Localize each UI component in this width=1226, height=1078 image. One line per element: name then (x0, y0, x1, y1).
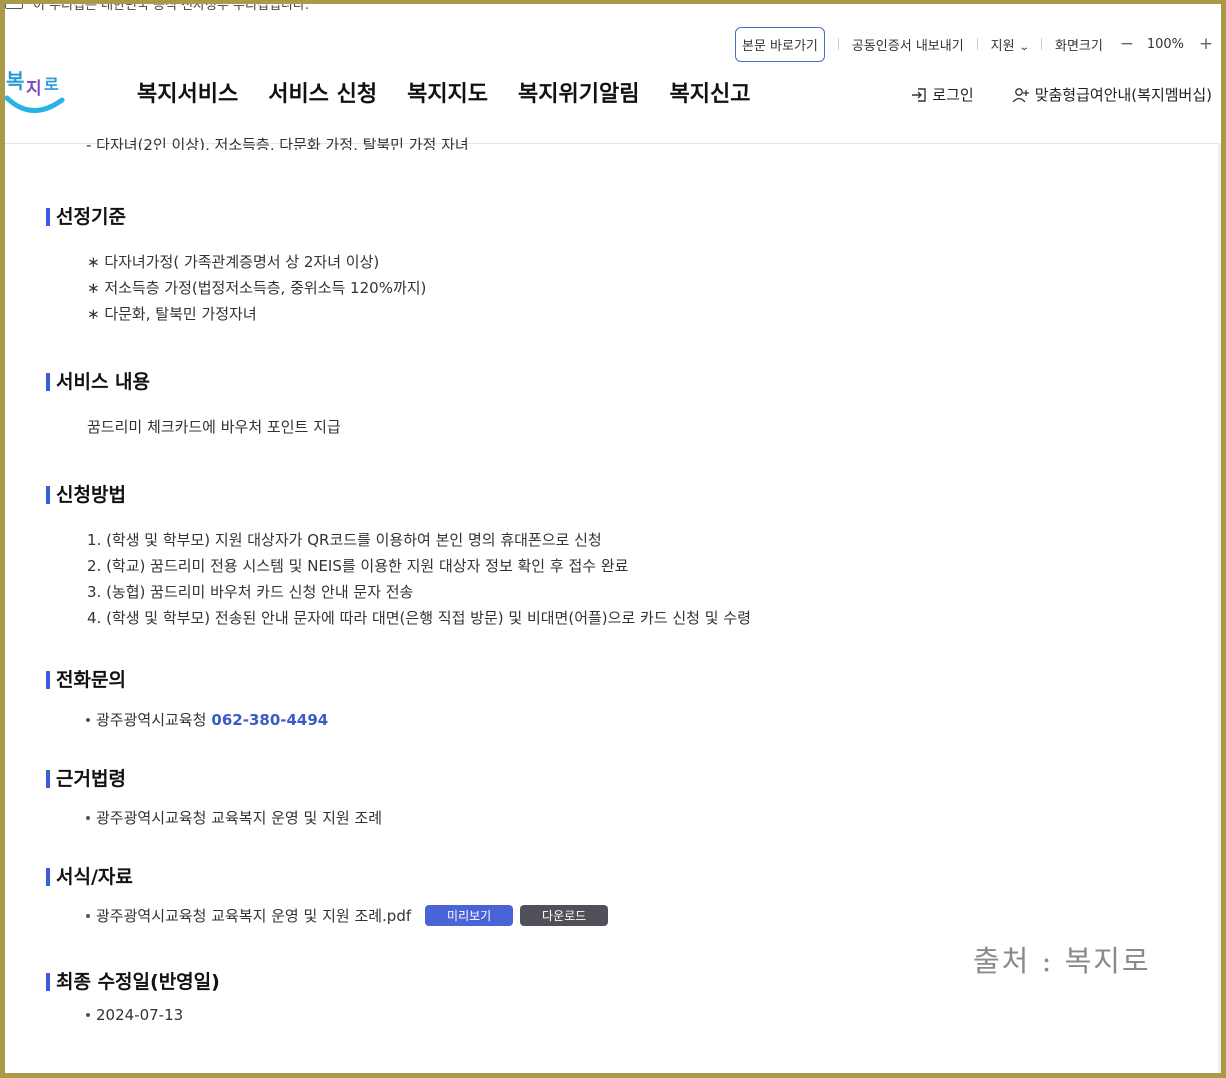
method-step-3: 3. (농협) 꿈드리미 바우처 카드 신청 안내 문자 전송 (87, 583, 414, 601)
form-file-name: 광주광역시교육청 교육복지 운영 및 지원 조례.pdf (96, 907, 412, 925)
utility-bar: 본문 바로가기 공동인증서 내보내기 지원 ⌄ 화면크기 − 100% + (734, 26, 1216, 62)
law-text: 광주광역시교육청 교육복지 운영 및 지원 조례 (96, 809, 383, 827)
login-icon (912, 87, 926, 102)
nav-welfare-service[interactable]: 복지서비스 (137, 76, 238, 108)
screen-size-label: 화면크기 (1054, 38, 1103, 54)
section-title-method: 신청방법 (46, 484, 126, 506)
nav-service-apply[interactable]: 서비스 신청 (268, 76, 377, 108)
logo-char-1: 복 (6, 69, 24, 93)
bullet-dot (86, 815, 90, 820)
service-text: 꿈드리미 체크카드에 바우처 포인트 지급 (87, 418, 341, 436)
zoom-level: 100% (1146, 36, 1184, 52)
section-title-phone: 전화문의 (46, 669, 126, 691)
section-title-service: 서비스 내용 (46, 371, 150, 393)
nav-welfare-report[interactable]: 복지신고 (670, 76, 751, 108)
bullet-dot (86, 1013, 90, 1017)
gov-notice-text: 이 누리집은 대한민국 공식 전자정부 누리집입니다. (33, 0, 309, 13)
method-step-1: 1. (학생 및 학부모) 지원 대상자가 QR코드를 이용하여 본인 명의 휴… (87, 531, 602, 549)
site-logo[interactable]: 복 지 로 (4, 62, 66, 118)
gov-notice: 이 누리집은 대한민국 공식 전자정부 누리집입니다. (5, 0, 309, 13)
nav-crisis-alert[interactable]: 복지위기알림 (518, 76, 639, 108)
zoom-out-button[interactable]: − (1117, 34, 1137, 54)
method-step-4: 4. (학생 및 학부모) 전송된 안내 문자에 따라 대면(은행 직접 방문)… (87, 609, 751, 627)
criteria-line-2: ∗ 저소득층 가정(법정저소득층, 중위소득 120%까지) (87, 279, 427, 297)
support-menu[interactable]: 지원 ⌄ (990, 35, 1030, 54)
logo-char-2: 지 (26, 79, 42, 99)
membership-link[interactable]: 맞춤형급여안내(복지멤버십) (1012, 84, 1212, 105)
phone-number-link[interactable]: 062-380-4494 (211, 711, 328, 729)
section-title-criteria: 선정기준 (46, 206, 126, 228)
flag-icon (5, 0, 23, 9)
law-item: 광주광역시교육청 교육복지 운영 및 지원 조례 (86, 807, 382, 828)
divider (837, 38, 839, 50)
source-watermark: 출처 : 복지로 (973, 944, 1151, 978)
login-button[interactable]: 로그인 (911, 84, 974, 105)
updated-date: 2024-07-13 (96, 1006, 184, 1024)
download-button[interactable]: 다운로드 (520, 905, 609, 926)
target-line-clipped: - 다자녀(2인 이상), 저소득층, 다문화 가정, 탈북민 가정 자녀 (86, 136, 469, 150)
criteria-line-1: ∗ 다자녀가정( 가족관계증명서 상 2자녀 이상) (87, 253, 380, 271)
section-title-updated: 최종 수정일(반영일) (46, 971, 220, 993)
zoom-in-button[interactable]: + (1196, 34, 1216, 54)
logo-swoosh (4, 95, 65, 113)
cert-export-link[interactable]: 공동인증서 내보내기 (852, 35, 964, 54)
method-step-2: 2. (학교) 꿈드리미 전용 시스템 및 NEIS를 이용한 지원 대상자 정… (87, 557, 629, 575)
skip-to-content-button[interactable]: 본문 바로가기 (734, 26, 825, 62)
header-actions: 로그인 맞춤형급여안내(복지멤버십) (911, 84, 1212, 105)
section-title-forms: 서식/자료 (46, 866, 133, 888)
divider (976, 38, 978, 50)
phone-item: 광주광역시교육청 062-380-4494 (86, 709, 328, 730)
chevron-down-icon: ⌄ (1018, 41, 1030, 53)
bullet-dot (86, 717, 90, 722)
phone-org: 광주광역시교육청 (96, 711, 207, 729)
form-file-item: 광주광역시교육청 교육복지 운영 및 지원 조례.pdf 미리보기 다운로드 (86, 905, 609, 926)
support-label: 지원 (990, 38, 1015, 54)
scrollbar[interactable] (1218, 143, 1221, 1073)
target-line-text: - 다자녀(2인 이상), 저소득층, 다문화 가정, 탈북민 가정 자녀 (86, 136, 469, 150)
section-title-law: 근거법령 (46, 768, 126, 790)
main-navigation: 복지서비스 서비스 신청 복지지도 복지위기알림 복지신고 (137, 76, 750, 108)
logo-char-3: 로 (44, 75, 59, 94)
updated-item: 2024-07-13 (86, 1006, 183, 1024)
preview-button[interactable]: 미리보기 (425, 905, 514, 926)
bullet-dot (86, 913, 90, 918)
nav-welfare-map[interactable]: 복지지도 (407, 76, 488, 108)
login-label: 로그인 (932, 86, 974, 104)
divider (1040, 38, 1042, 50)
bokjiro-logo-icon: 복 지 로 (4, 69, 65, 113)
membership-label: 맞춤형급여안내(복지멤버십) (1034, 86, 1212, 104)
user-add-icon (1012, 87, 1029, 102)
criteria-line-3: ∗ 다문화, 탈북민 가정자녀 (87, 305, 257, 323)
